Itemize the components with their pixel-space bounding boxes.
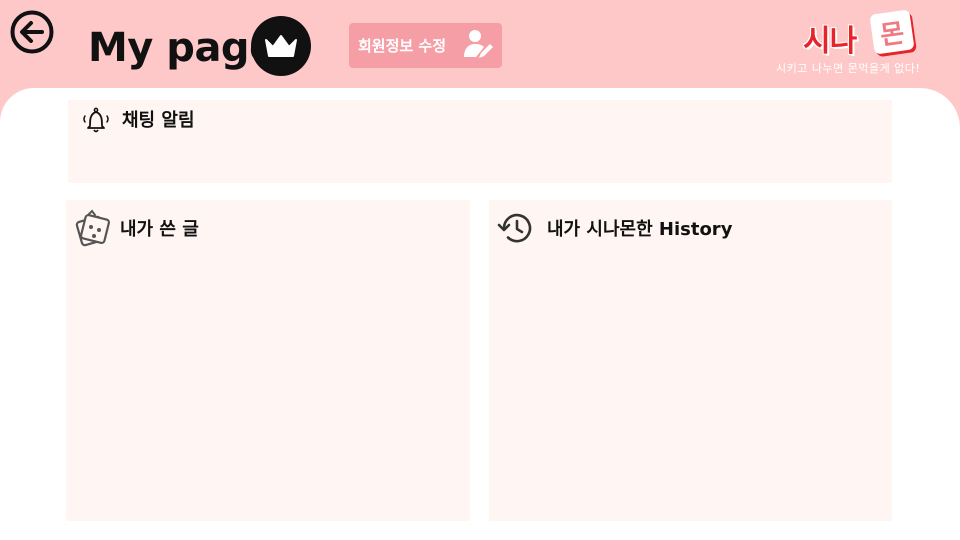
crown-icon <box>251 16 311 76</box>
history-title: 내가 시나몬한 History <box>547 219 733 240</box>
bell-icon <box>83 107 109 133</box>
brand-tagline: 시키고 나누면 몬먹을게 없다! <box>776 62 921 75</box>
chat-notifications-card: 채팅 알림 <box>68 100 892 183</box>
history-card: 내가 시나몬한 History <box>489 200 892 521</box>
my-posts-title: 내가 쓴 글 <box>120 219 199 240</box>
edit-profile-button[interactable]: 회원정보 수정 <box>349 23 502 68</box>
brand-badge-text: 몬 <box>878 17 907 51</box>
sticky-note-icon <box>75 209 111 247</box>
my-posts-card: 내가 쓴 글 <box>66 200 470 521</box>
brand-name: 시나 <box>803 24 857 59</box>
page-title: My page <box>88 25 276 71</box>
back-button[interactable] <box>10 10 54 54</box>
back-arrow-icon <box>10 10 54 54</box>
chat-notifications-header: 채팅 알림 <box>80 104 195 134</box>
chat-notifications-title: 채팅 알림 <box>122 110 195 131</box>
my-posts-header: 내가 쓴 글 <box>72 208 199 248</box>
history-icon <box>497 213 532 243</box>
edit-profile-label: 회원정보 수정 <box>358 37 447 55</box>
history-header: 내가 시나몬한 History <box>495 208 732 248</box>
user-edit-icon <box>464 30 493 58</box>
brand-badge: 몬 <box>869 9 915 55</box>
brand-logo: 시나 몬 <box>800 6 920 59</box>
